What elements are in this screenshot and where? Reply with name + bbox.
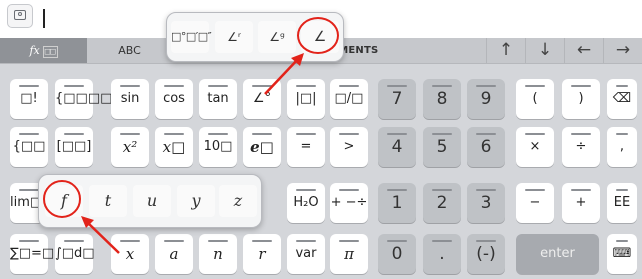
- arrow-to-angle: [264, 57, 300, 95]
- math-keyboard-app: fx □□ ABC RUMENTS ↑ ↓ ← → □! {□□□□ sin cos ta…: [0, 0, 642, 279]
- annotation-arrows: [81, 53, 304, 254]
- arrow-to-f: [86, 221, 120, 254]
